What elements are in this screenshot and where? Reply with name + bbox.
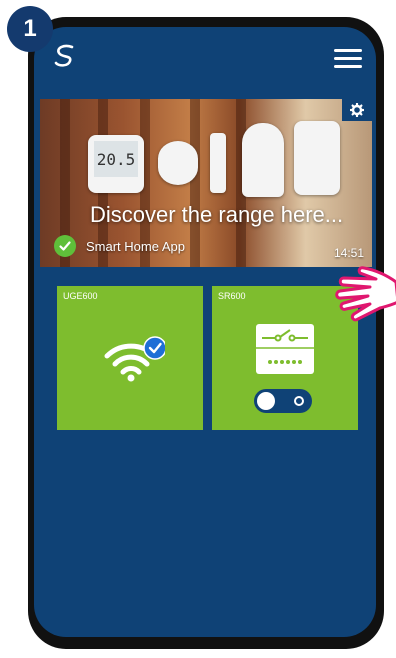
device-tile-label: UGE600 [63,291,98,301]
settings-gear-icon[interactable] [342,99,372,121]
tap-hand-icon [335,266,396,322]
top-bar [34,27,376,85]
toggle-knob [257,392,275,410]
sensor-device-image [294,121,340,195]
check-icon [54,235,76,257]
banner-headline: Discover the range here... [90,202,344,227]
sensor-device-image [158,141,198,185]
thermostat-reading: 20.5 [94,141,138,177]
banner-background-stripe [190,99,200,267]
banner-subtitle: Smart Home App [86,239,185,254]
device-tile-label: SR600 [218,291,246,301]
video-duration: 14:51 [333,246,364,260]
sensor-device-image [242,123,284,197]
wifi-connected-icon [104,336,165,382]
toggle-off-indicator [294,396,304,406]
thermostat-device-image: 20.5 [88,135,144,193]
salus-logo-icon[interactable] [50,41,80,71]
hamburger-menu-icon[interactable] [334,49,362,69]
promo-video-banner[interactable]: 20.5 Discover the range here... Smart Ho… [40,99,372,267]
relay-toggle-switch[interactable] [254,389,312,413]
relay-switch-icon [256,324,314,374]
device-tile-uge600[interactable]: UGE600 [57,286,203,430]
sensor-device-image [210,133,226,193]
step-number-badge: 1 [7,6,53,52]
